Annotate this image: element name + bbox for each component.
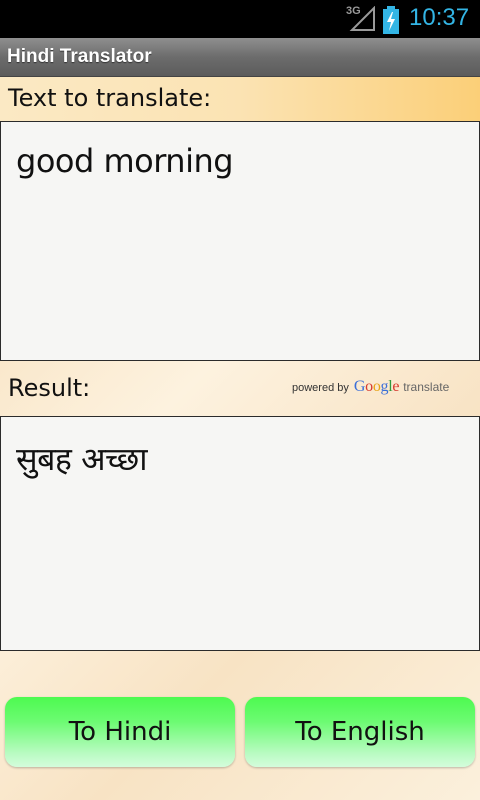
result-label: Result: bbox=[8, 374, 91, 402]
app-title: Hindi Translator bbox=[7, 46, 152, 67]
to-english-button[interactable]: To English bbox=[245, 697, 475, 767]
powered-by-text: powered by bbox=[292, 382, 349, 394]
title-bar: Hindi Translator bbox=[0, 38, 480, 77]
status-bar: 3G 10:37 bbox=[0, 0, 480, 38]
result-text-output[interactable]: सुबह अच्छा bbox=[0, 416, 480, 651]
to-hindi-button[interactable]: To Hindi bbox=[5, 697, 235, 767]
battery-charging-icon bbox=[383, 6, 399, 34]
result-text-value: सुबह अच्छा bbox=[16, 440, 148, 478]
clock: 10:37 bbox=[409, 4, 470, 31]
google-logo: Google bbox=[353, 378, 400, 395]
source-text-input[interactable]: good morning bbox=[0, 121, 480, 361]
signal-icon bbox=[349, 6, 375, 31]
translate-text: translate bbox=[403, 380, 450, 394]
source-text-value: good morning bbox=[16, 142, 234, 180]
google-translate-attribution: powered by Google translate bbox=[292, 378, 449, 396]
source-label: Text to translate: bbox=[8, 84, 212, 112]
